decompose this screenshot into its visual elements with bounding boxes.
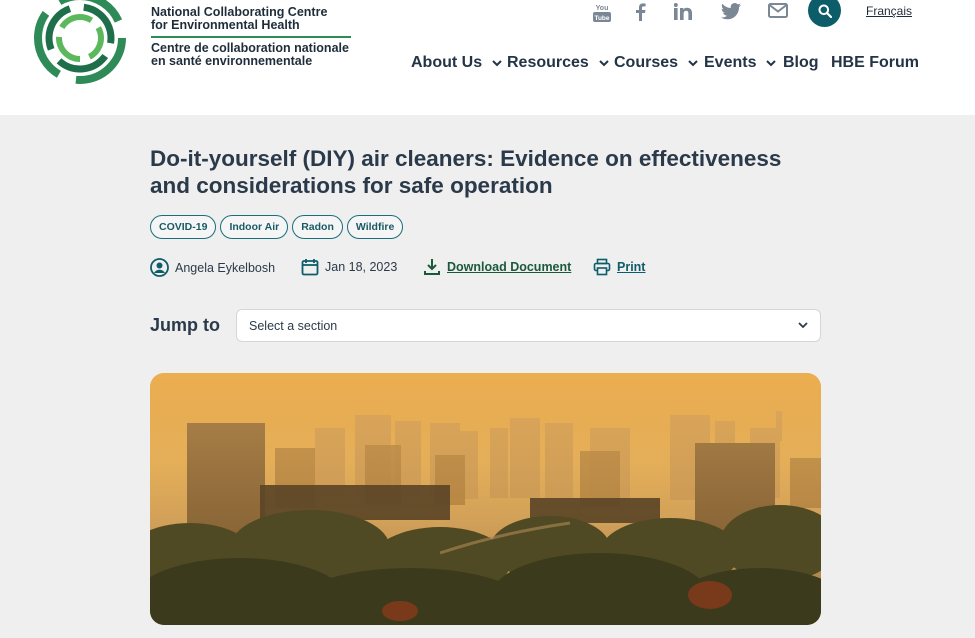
topic-tags: COVID-19 Indoor Air Radon Wildfire [150,215,404,239]
download-label: Download Document [447,260,572,274]
site-header: National Collaborating Centre for Enviro… [0,0,975,115]
language-toggle-link[interactable]: Français [866,4,912,18]
nav-label: About Us [411,54,483,71]
jump-to-section-select[interactable]: Select a section [236,309,821,342]
linkedin-icon[interactable] [673,3,696,23]
nav-item-blog[interactable]: Blog [783,54,819,72]
chevron-down-icon [599,59,609,66]
jump-select-value: Select a section [249,318,338,333]
jump-to-label: Jump to [150,315,220,335]
printer-icon [593,258,611,276]
hero-image-smoky-skyline [150,373,821,625]
nav-item-events[interactable]: Events [704,54,777,72]
article-meta: Angela Eykelbosh Jan 18, 2023 Download D… [150,258,670,278]
chevron-down-icon [798,322,808,329]
nav-label: Resources [507,54,589,71]
search-button[interactable] [808,0,841,27]
nav-label: Events [704,54,757,71]
facebook-icon[interactable] [634,3,654,23]
org-divider [151,36,351,38]
nav-item-about-us[interactable]: About Us [411,54,502,72]
page-title: Do-it-yourself (DIY) air cleaners: Evide… [150,145,830,199]
chevron-down-icon [492,59,502,66]
print-label: Print [617,260,646,274]
ncceh-logo[interactable] [34,0,126,84]
tag-wildfire[interactable]: Wildfire [346,215,404,239]
twitter-icon[interactable] [721,3,743,23]
email-icon[interactable] [768,3,790,23]
nav-item-hbe-forum[interactable]: HBE Forum [831,54,919,72]
nav-item-resources[interactable]: Resources [507,54,609,72]
date-text: Jan 18, 2023 [325,260,398,274]
youtube-text-bottom: Tube [594,15,609,22]
org-name-french: Centre de collaboration nationale en san… [151,42,361,68]
page-title-line2: and considerations for safe operation [150,173,553,198]
chevron-down-icon [688,59,698,66]
author: Angela Eykelbosh [150,258,275,277]
organization-name: National Collaborating Centre for Enviro… [151,6,361,68]
publish-date: Jan 18, 2023 [301,258,397,276]
chevron-down-icon [766,59,777,66]
org-en-line2: for Environmental Health [151,18,300,32]
download-document-link[interactable]: Download Document [423,258,571,276]
search-icon [818,4,832,18]
tag-covid-19[interactable]: COVID-19 [150,215,217,239]
print-link[interactable]: Print [593,258,645,276]
youtube-icon[interactable]: You Tube [592,2,614,24]
download-icon [424,259,440,275]
nav-label: Courses [614,54,679,71]
author-name: Angela Eykelbosh [175,260,276,275]
nav-item-courses[interactable]: Courses [614,54,698,72]
nav-label: HBE Forum [831,54,919,71]
org-fr-line2: en santé environnementale [151,54,313,68]
tag-radon[interactable]: Radon [292,215,343,239]
org-name-english: National Collaborating Centre for Enviro… [151,6,361,32]
tag-indoor-air[interactable]: Indoor Air [220,215,289,239]
calendar-icon [301,259,319,276]
nav-label: Blog [783,54,819,71]
user-circle-icon [150,258,169,277]
youtube-text-top: You [596,5,609,12]
page-title-line1: Do-it-yourself (DIY) air cleaners: Evide… [150,146,782,171]
